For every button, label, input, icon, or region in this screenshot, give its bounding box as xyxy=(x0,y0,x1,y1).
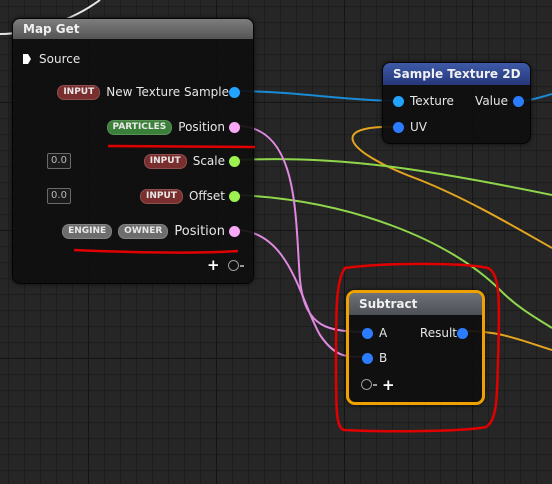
annotation-circle-subtract xyxy=(334,262,501,433)
annotation-underline-engine xyxy=(73,248,239,254)
annotation-overlay xyxy=(73,144,501,433)
annotation-underline-particles xyxy=(107,144,256,149)
